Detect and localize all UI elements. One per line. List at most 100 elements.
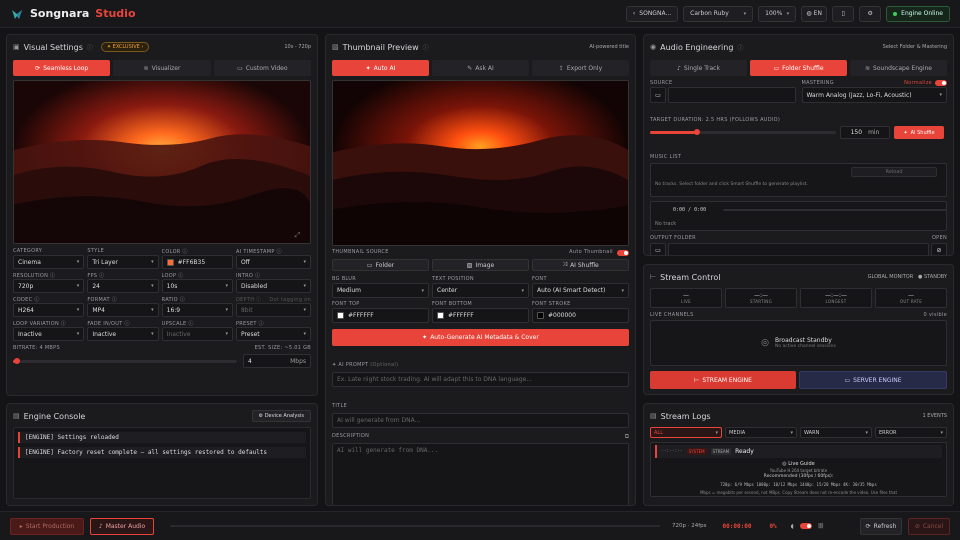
video-icon: ▭ xyxy=(237,64,243,72)
auto-thumbnail-toggle[interactable] xyxy=(617,249,629,256)
language-button[interactable]: ◍ EN xyxy=(801,5,828,22)
codec-select[interactable]: H264 ▾ xyxy=(13,303,85,317)
master-audio-button[interactable]: ♪ Master Audio xyxy=(90,517,154,535)
timestamp-select[interactable]: Off ▾ xyxy=(235,255,311,269)
refresh-button[interactable]: ⟳ Refresh xyxy=(860,517,902,535)
sparkle-icon: ✦ xyxy=(422,334,428,341)
brand-accent: Studio xyxy=(95,7,136,20)
ai-shuffle-button[interactable]: ✦ AI Shuffle xyxy=(894,126,944,139)
fps-select[interactable]: 24 ▾ xyxy=(87,279,159,293)
expand-icon[interactable]: ⤢ xyxy=(295,231,301,239)
tab-soundscape-engine[interactable]: ≋ Soundscape Engine xyxy=(850,60,947,76)
tab-visualizer[interactable]: ≋ Visualizer xyxy=(113,60,211,76)
tab-export-only[interactable]: ⇪ Export Only xyxy=(532,60,629,76)
intro-select[interactable]: Disabled ▾ xyxy=(235,279,311,293)
tab-seamless-loop[interactable]: ⟳ Seamless Loop xyxy=(13,60,111,76)
preset-select[interactable]: Preset ▾ xyxy=(235,327,311,341)
log-output: --:--:-- SYSTEM STREAM Ready ◎ Live Guid… xyxy=(650,442,947,497)
info-icon: ⓘ xyxy=(86,44,93,52)
info-icon: ⓘ xyxy=(422,44,429,52)
start-production-button[interactable]: ▸ Start Production xyxy=(10,517,84,535)
bitrate-slider[interactable] xyxy=(13,357,237,364)
theme-selector[interactable]: Carbon Ruby ▾ xyxy=(683,5,754,22)
filter-all[interactable]: ALL ▾ xyxy=(650,427,722,438)
ratio-select[interactable]: 16:9 ▾ xyxy=(161,303,233,317)
normalize-toggle[interactable] xyxy=(935,80,947,86)
font-stroke-color[interactable]: #000000 xyxy=(532,308,629,323)
ai-prompt-input[interactable]: Ex. Late night stock trading. AI will ad… xyxy=(332,372,629,387)
auto-generate-button[interactable]: ✦ Auto-Generate AI Metadata & Cover xyxy=(332,329,629,346)
style-select[interactable]: Tri Layer ▾ xyxy=(87,255,159,269)
source-ai-shuffle-button[interactable]: ⤨ AI Shuffle xyxy=(532,259,629,271)
source-path-input[interactable] xyxy=(668,87,796,103)
audio-toggle[interactable] xyxy=(799,523,812,529)
output-path-input[interactable] xyxy=(668,243,929,255)
video-preview[interactable]: ⤢ xyxy=(13,80,311,244)
text-position-select[interactable]: Center ▾ xyxy=(432,283,529,298)
device-analysis-button[interactable]: ⚙ Device Analysis xyxy=(251,410,311,422)
stat-out-rate: — OUT RATE xyxy=(875,288,947,308)
source-image-button[interactable]: ▨ Image xyxy=(432,259,529,271)
source-folder-button[interactable]: ▭ xyxy=(650,87,666,103)
title-input[interactable]: AI will generate from DNA... xyxy=(332,413,629,428)
zoom-selector[interactable]: 100% ▾ xyxy=(758,5,797,22)
sunset-preview-image: ⤢ xyxy=(14,81,310,243)
server-engine-button[interactable]: ▭ SERVER ENGINE xyxy=(799,371,947,389)
mastering-select[interactable]: Warm Analog (Jazz, Lo-Fi, Acoustic) ▾ xyxy=(801,87,947,103)
duration-slider[interactable] xyxy=(650,129,836,135)
bitrate-input[interactable]: 4 Mbps xyxy=(243,354,311,368)
resolution-select[interactable]: 720p ▾ xyxy=(13,279,85,293)
refresh-icon: ⟳ xyxy=(865,522,871,530)
category-select[interactable]: Cinema ▾ xyxy=(13,255,85,269)
duration-input[interactable]: 150 min xyxy=(840,126,890,139)
standby-indicator-icon: ● xyxy=(917,274,923,280)
tab-auto-ai[interactable]: ✦ Auto AI xyxy=(332,60,429,76)
log-icon: ▤ xyxy=(650,412,657,420)
folder-icon: ▭ xyxy=(655,247,661,254)
cancel-button[interactable]: ⊘ Cancel xyxy=(908,517,950,535)
color-picker[interactable]: #FF6B35 xyxy=(161,255,233,269)
loop-select[interactable]: 10s ▾ xyxy=(161,279,233,293)
font-select[interactable]: Auto (AI Smart Detect) ▾ xyxy=(532,283,629,298)
filter-error[interactable]: ERROR ▾ xyxy=(875,427,947,438)
fade-select[interactable]: Inactive ▾ xyxy=(87,327,159,341)
description-input[interactable]: AI will generate from DNA... xyxy=(332,443,629,505)
bg-blur-select[interactable]: Medium ▾ xyxy=(332,283,429,298)
copy-icon[interactable]: ⧉ xyxy=(625,433,629,441)
project-selector[interactable]: ‹ SONGNA... xyxy=(625,5,679,22)
font-bottom-color[interactable]: #FFFFFF xyxy=(432,308,529,323)
filter-media[interactable]: MEDIA ▾ xyxy=(725,427,797,438)
source-folder-button[interactable]: ▭ Folder xyxy=(332,259,429,271)
shuffle-icon: ⤨ xyxy=(562,261,568,268)
thumbnail-preview-image xyxy=(332,80,629,246)
playback-slider[interactable] xyxy=(723,209,947,211)
upscale-select: Inactive ▾ xyxy=(161,327,233,341)
depth-select: 8bit ▾ xyxy=(235,303,311,317)
settings-button[interactable]: ⚙ xyxy=(859,5,882,22)
output-folder-button[interactable]: ▭ xyxy=(650,243,666,255)
tab-custom-video[interactable]: ▭ Custom Video xyxy=(213,60,311,76)
filter-warn[interactable]: WARN ▾ xyxy=(800,427,872,438)
reload-button[interactable]: Reload xyxy=(851,167,937,177)
info-icon: ⓘ xyxy=(737,44,744,52)
stream-logs-panel: ▤ Stream Logs 1 EVENTS ALL ▾ MEDIA ▾ WARN ▾… xyxy=(643,403,954,506)
stream-icon: ⊢ xyxy=(694,376,700,384)
open-icon: ⊘ xyxy=(936,247,942,254)
tab-ask-ai[interactable]: ✎ Ask AI xyxy=(432,60,529,76)
folder-icon: ▭ xyxy=(655,91,661,99)
console-line: [ENGINE] Settings reloaded xyxy=(18,432,306,443)
visual-settings-panel: ▣ Visual Settings ⓘ ✦ EXCLUSIVE › 10s - … xyxy=(6,34,318,396)
stream-engine-button[interactable]: ⊢ STREAM ENGINE xyxy=(650,371,796,389)
docs-button[interactable]: ▯ xyxy=(832,5,855,22)
estimated-size: EST. SIZE: ~5.01 GB xyxy=(254,345,311,351)
resolution-fps: 720p · 24fps xyxy=(672,523,707,529)
log-entry: --:--:-- SYSTEM STREAM Ready xyxy=(655,445,942,458)
close-icon: ⊘ xyxy=(914,522,920,530)
format-select[interactable]: MP4 ▾ xyxy=(87,303,159,317)
open-folder-button[interactable]: ⊘ xyxy=(931,243,947,255)
tab-folder-shuffle[interactable]: ▭ Folder Shuffle xyxy=(750,60,847,76)
tab-single-track[interactable]: ♪ Single Track xyxy=(650,60,747,76)
font-top-color[interactable]: #FFFFFF xyxy=(332,308,429,323)
terminal-icon: ▤ xyxy=(13,412,20,420)
loop-variation-select[interactable]: Inactive ▾ xyxy=(13,327,85,341)
